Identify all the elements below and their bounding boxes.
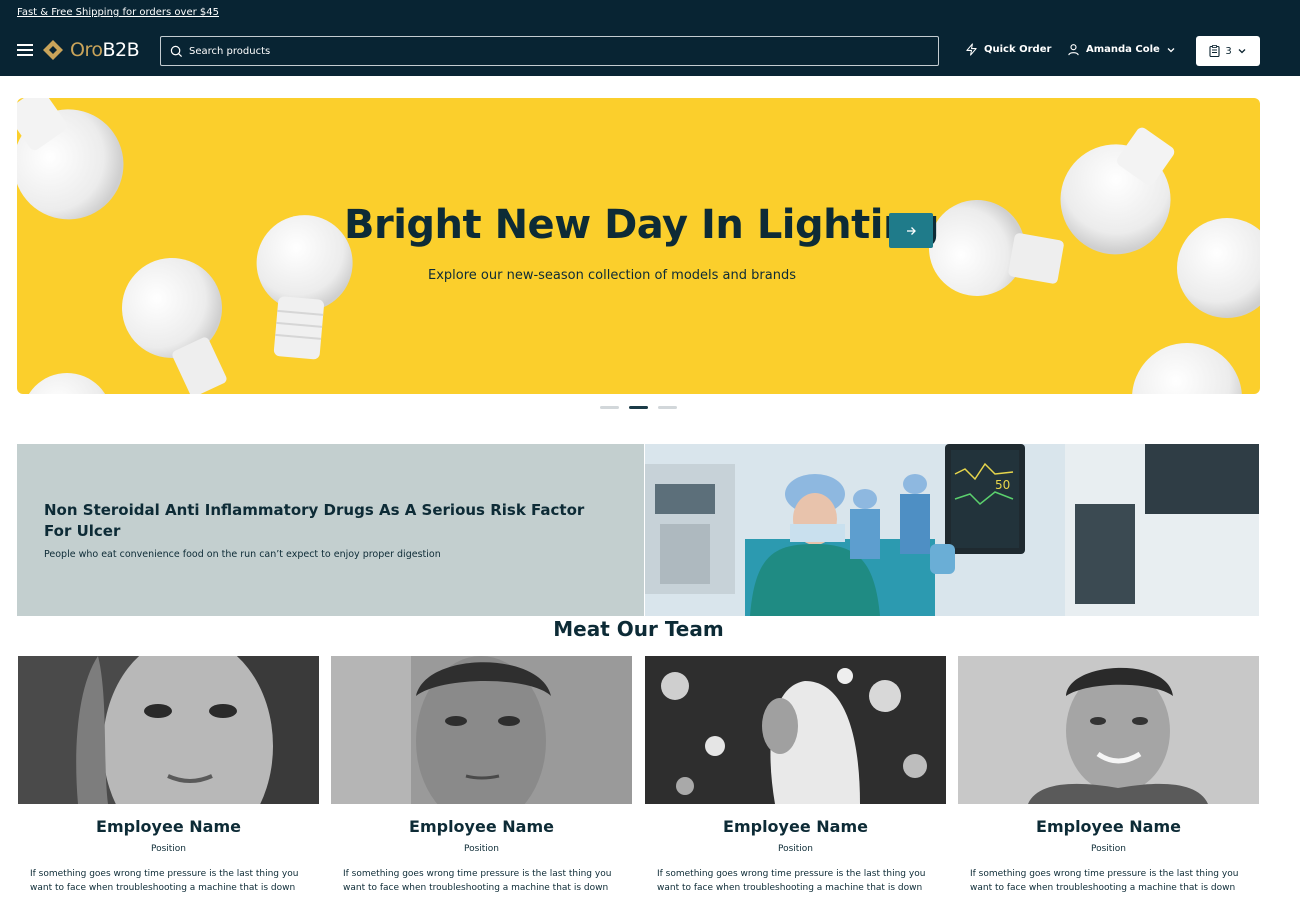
slide-dot-3[interactable] [658,406,677,409]
cart-count: 3 [1225,45,1232,57]
team-member-position: Position [777,844,814,854]
quick-order-button[interactable]: Quick Order [965,43,1051,56]
team-member-description: If something goes wrong time pressure is… [343,869,612,893]
hero-slider[interactable]: Bright New Day In Lighting Explore our n… [17,98,1260,394]
shopping-list-button[interactable]: 3 [1196,36,1260,66]
site-logo[interactable]: OroB2B [42,38,140,62]
svg-text:50: 50 [995,478,1010,492]
team-section-title: Meat Our Team [553,617,724,641]
user-icon [1068,44,1079,56]
team-member-name: Employee Name [409,817,554,836]
logo-text: OroB2B [70,39,140,61]
search-input[interactable] [189,45,889,57]
team-member-position: Position [463,844,500,854]
team-member-position: Position [1090,844,1127,854]
hamburger-menu-icon[interactable] [17,44,33,56]
free-shipping-link[interactable]: Fast & Free Shipping for orders over $45 [17,7,219,18]
banner-text-panel: Non Steroidal Anti Inflammatory Drugs As… [17,444,644,616]
slide-dot-1[interactable] [600,406,619,409]
logo-mark-icon [43,40,63,60]
arrow-right-icon [907,226,916,235]
team-member-name: Employee Name [1036,817,1181,836]
team-member-name: Employee Name [723,817,868,836]
hero-subtitle: Explore our new-season collection of mod… [428,268,796,283]
hero-cta-button[interactable] [889,213,933,248]
hero-title: Bright New Day In Lighting [344,202,940,248]
promo-banner[interactable]: Non Steroidal Anti Inflammatory Drugs As… [17,444,1259,616]
team-member-photo [331,656,632,804]
shopping-list-icon [1209,45,1220,57]
team-member-photo [645,656,946,804]
lightning-icon [966,43,977,56]
search-icon [170,45,183,57]
search-box [160,36,939,66]
user-menu-button[interactable]: Amanda Cole [1067,43,1182,56]
team-member-description: If something goes wrong time pressure is… [970,869,1239,893]
team-member-photo [958,656,1259,804]
top-header: Fast & Free Shipping for orders over $45… [0,0,1300,76]
team-member-name: Employee Name [96,817,241,836]
slider-pagination [600,406,677,409]
team-member-photo [18,656,319,804]
surgery-room-illustration: 50 [645,444,1259,616]
team-member-description: If something goes wrong time pressure is… [30,869,299,893]
team-member-position: Position [150,844,187,854]
team-member-card[interactable]: Employee Name Position If something goes… [958,656,1259,900]
chevron-down-icon [1167,47,1175,52]
slide-dot-2[interactable] [629,406,648,409]
user-name: Amanda Cole [1086,44,1160,55]
team-member-description: If something goes wrong time pressure is… [657,869,926,893]
chevron-down-icon [1238,49,1246,54]
team-member-card[interactable]: Employee Name Position If something goes… [331,656,632,900]
banner-image: 50 [645,444,1259,616]
banner-title: Non Steroidal Anti Inflammatory Drugs As… [44,501,585,540]
team-member-card[interactable]: Employee Name Position If something goes… [645,656,946,900]
team-member-card[interactable]: Employee Name Position If something goes… [18,656,319,900]
banner-subtitle: People who eat convenience food on the r… [44,549,441,560]
quick-order-label: Quick Order [984,44,1052,55]
